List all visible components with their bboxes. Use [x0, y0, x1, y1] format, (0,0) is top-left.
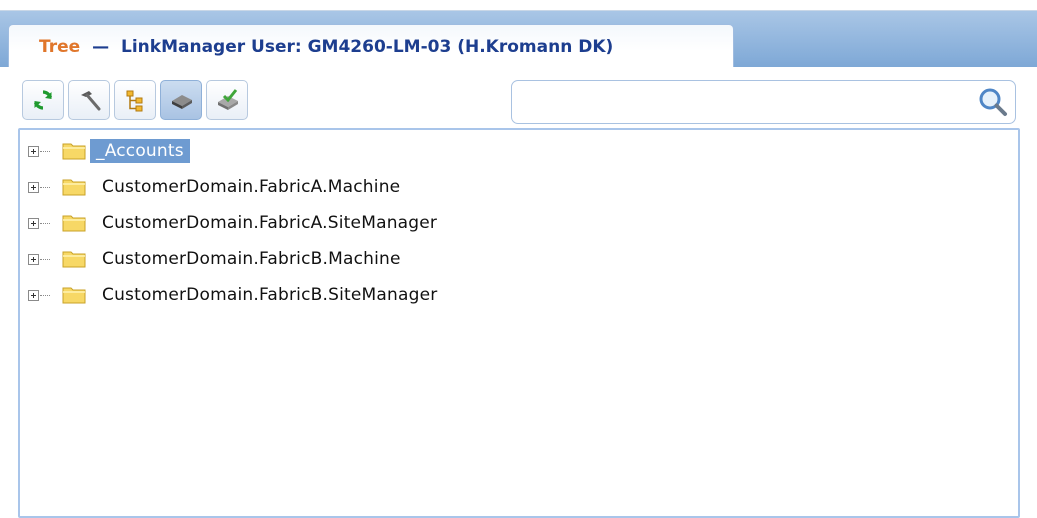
tree-panel: _Accounts CustomerDomain.FabricA.Machine…: [18, 128, 1020, 518]
folder-icon: [62, 143, 86, 160]
devices-button[interactable]: [160, 80, 202, 120]
tree-node-label[interactable]: CustomerDomain.FabricA.Machine: [96, 175, 406, 199]
tree-node-label[interactable]: CustomerDomain.FabricB.Machine: [96, 247, 407, 271]
tree-node[interactable]: _Accounts: [28, 137, 728, 165]
device-icon: [172, 95, 192, 109]
tree-node[interactable]: CustomerDomain.FabricA.SiteManager: [28, 209, 728, 237]
expand-icon[interactable]: [28, 254, 39, 265]
window-top-edge: [0, 0, 1037, 11]
search-box: [511, 80, 1016, 124]
tree-node[interactable]: CustomerDomain.FabricB.SiteManager: [28, 281, 728, 309]
expand-icon[interactable]: [28, 218, 39, 229]
tree-structure-icon: [126, 90, 143, 112]
tree-node[interactable]: CustomerDomain.FabricA.Machine: [28, 173, 728, 201]
tree-node-label[interactable]: CustomerDomain.FabricA.SiteManager: [96, 211, 443, 235]
expand-icon[interactable]: [28, 146, 39, 157]
folder-icon: [62, 287, 86, 304]
folder-icon: [62, 215, 86, 232]
refresh-button[interactable]: [22, 80, 64, 120]
tree-view-button[interactable]: [114, 80, 156, 120]
expand-icon[interactable]: [28, 182, 39, 193]
tab-tree[interactable]: Tree — LinkManager User: GM4260-LM-03 (H…: [8, 24, 734, 68]
folder-icon: [62, 179, 86, 196]
device-check-icon: [218, 89, 238, 110]
tree-node-label[interactable]: CustomerDomain.FabricB.SiteManager: [96, 283, 443, 307]
tab-title: Tree — LinkManager User: GM4260-LM-03 (H…: [39, 37, 613, 57]
search-input[interactable]: [520, 87, 974, 119]
expand-icon[interactable]: [28, 290, 39, 301]
tab-title-user: LinkManager User: GM4260-LM-03 (H.Kroman…: [121, 37, 614, 57]
devices-check-button[interactable]: [206, 80, 248, 120]
tab-title-separator: —: [92, 37, 110, 57]
tree-node-label[interactable]: _Accounts: [90, 139, 190, 163]
tree-node[interactable]: CustomerDomain.FabricB.Machine: [28, 245, 728, 273]
refresh-icon: [33, 90, 53, 110]
magnifier-icon[interactable]: [977, 86, 1009, 118]
tab-title-tree: Tree: [39, 37, 81, 57]
tools-button[interactable]: [68, 80, 110, 120]
folder-icon: [62, 251, 86, 268]
hammer-icon: [81, 91, 101, 111]
